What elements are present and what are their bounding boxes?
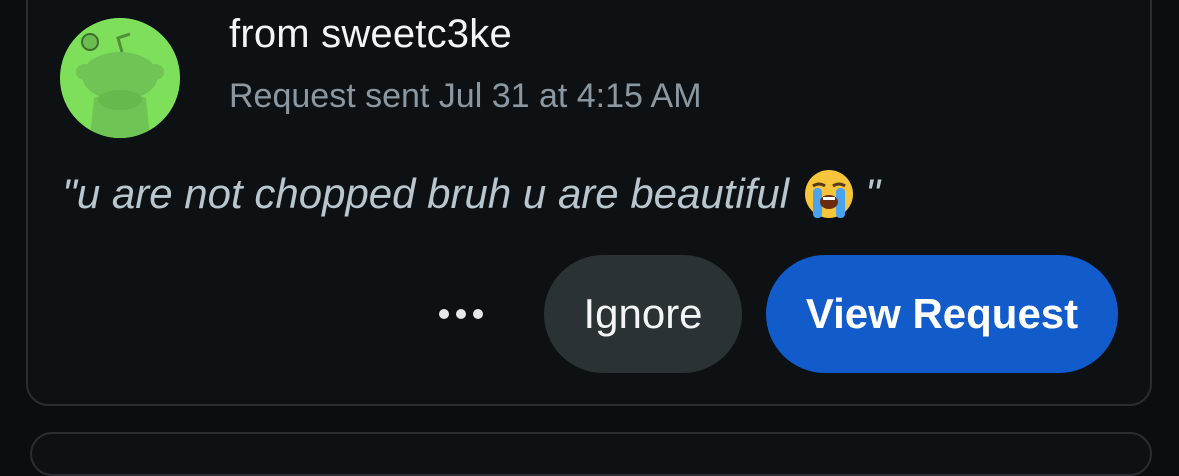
ignore-button[interactable]: Ignore xyxy=(544,255,742,373)
message-closing-quote: " xyxy=(865,170,881,217)
message-text: "u are not chopped bruh u are beautiful xyxy=(62,170,790,217)
next-request-card xyxy=(30,432,1152,476)
sender-name: from sweetc3ke xyxy=(229,12,512,56)
more-dot xyxy=(456,309,466,319)
view-request-button[interactable]: View Request xyxy=(766,255,1118,373)
request-message: "u are not chopped bruh u are beautiful … xyxy=(62,168,880,220)
snoo-avatar-icon xyxy=(60,18,180,138)
request-timestamp: Request sent Jul 31 at 4:15 AM xyxy=(229,77,702,115)
more-options-button[interactable] xyxy=(418,282,504,346)
more-horizontal-icon xyxy=(439,309,449,319)
loudly-crying-face-icon xyxy=(805,170,854,218)
more-dot xyxy=(473,309,483,319)
avatar[interactable] xyxy=(60,18,180,138)
